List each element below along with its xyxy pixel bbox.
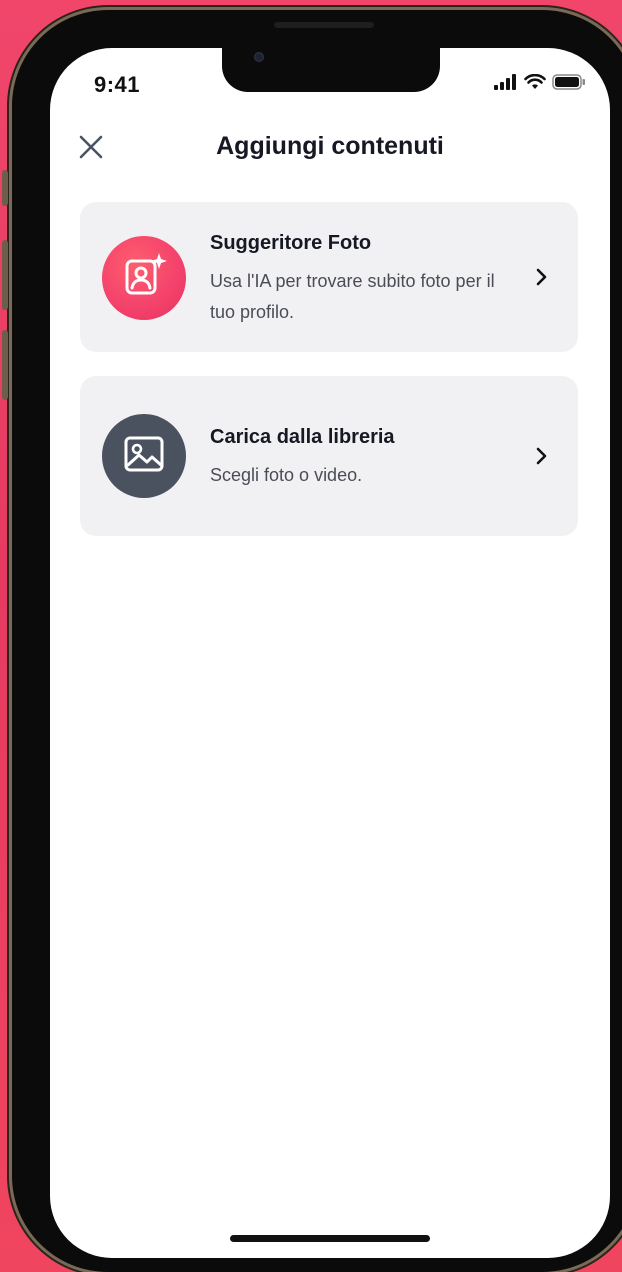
- phone-frame: 9:41 Aggiungi contenuti Suggeritore Foto…: [2, 10, 622, 1272]
- side-button-silent: [2, 170, 8, 206]
- chevron-right-icon: [532, 267, 552, 287]
- home-indicator[interactable]: [230, 1235, 430, 1242]
- photo-library-icon-wrapper: [102, 414, 186, 498]
- header: Aggiungi contenuti: [50, 128, 610, 172]
- wifi-icon: [524, 73, 546, 95]
- front-camera: [254, 52, 264, 62]
- option-upload-library[interactable]: Carica dalla libreria Scegli foto o vide…: [80, 376, 578, 536]
- page-title: Aggiungi contenuti: [216, 132, 444, 160]
- earpiece-speaker: [274, 22, 374, 28]
- side-button-volume-down: [2, 330, 8, 400]
- signal-icon: [494, 74, 518, 95]
- option-title: Suggeritore Foto: [210, 232, 372, 254]
- side-button-volume-up: [2, 240, 8, 310]
- option-description: Usa l'IA per trovare subito foto per il …: [210, 271, 495, 322]
- option-description: Scegli foto o video.: [210, 465, 363, 485]
- ai-photo-suggest-icon-wrapper: [102, 236, 186, 320]
- option-title: Carica dalla libreria: [210, 426, 395, 448]
- chevron-right-icon: [532, 446, 552, 466]
- status-time: 9:41: [94, 72, 141, 97]
- notch: [222, 48, 440, 92]
- status-icons: [494, 73, 586, 95]
- battery-icon: [552, 74, 586, 95]
- app-screen: 9:41 Aggiungi contenuti Suggeritore Foto…: [50, 48, 610, 1258]
- option-photo-suggester[interactable]: Suggeritore Foto Usa l'IA per trovare su…: [80, 202, 578, 352]
- photo-library-icon: [121, 431, 167, 482]
- ai-photo-suggest-icon: [119, 251, 169, 306]
